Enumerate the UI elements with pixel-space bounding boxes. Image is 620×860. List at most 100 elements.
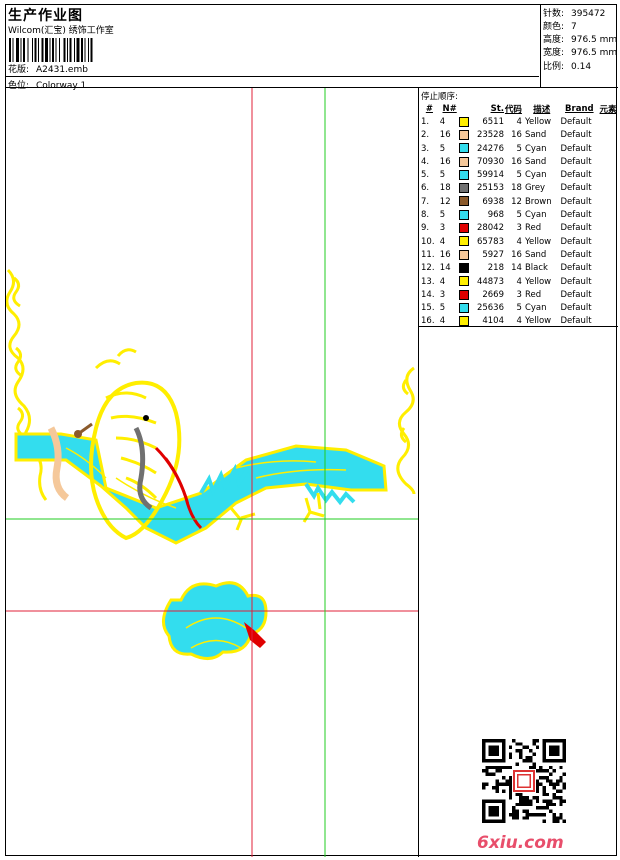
color-swatch — [459, 302, 470, 313]
color-swatch — [459, 143, 470, 154]
row-swatch — [459, 168, 473, 181]
row-description: Red — [524, 223, 542, 234]
row-element — [598, 301, 618, 314]
row-swatch — [459, 208, 473, 221]
row-code: 3 — [516, 223, 522, 234]
row-stitches: 4104 — [482, 316, 504, 327]
row-description: Sand — [524, 156, 547, 167]
row-needle: 4 — [439, 116, 446, 127]
embroidery-design-preview — [6, 88, 419, 857]
color-swatch — [459, 209, 470, 220]
row-description: Sand — [524, 249, 547, 260]
table-row: 2. 16 23528 16 Sand Default — [419, 129, 618, 142]
row-description: Cyan — [524, 143, 547, 154]
stat-value: 0.14 — [571, 62, 592, 72]
color-swatch — [459, 316, 470, 327]
left-cloud-border — [6, 268, 48, 501]
row-stitches: 23528 — [476, 130, 504, 141]
row-description: Brown — [524, 196, 552, 207]
row-element — [598, 182, 618, 195]
row-swatch — [459, 248, 473, 261]
row-number: 8. — [421, 210, 430, 221]
stat-value: 395472 — [571, 9, 606, 19]
header-info: 生产作业图 Wilcom(汇宝) 绣饰工作室 花版: A2431.emb 色位: C… — [6, 5, 541, 91]
row-swatch — [459, 129, 473, 142]
table-row: 4. 16 70930 16 Sand Default — [419, 155, 618, 168]
row-description: Yellow — [524, 236, 552, 247]
row-needle: 5 — [439, 170, 446, 181]
col-description: 描述 — [533, 104, 551, 115]
design-file-label: 花版: — [8, 65, 30, 75]
row-element — [598, 129, 618, 142]
stat-width: 宽度: 976.5 mm — [543, 45, 617, 58]
row-code: 16 — [511, 130, 522, 141]
row-swatch — [459, 235, 473, 248]
row-needle: 14 — [439, 263, 451, 274]
page-title: 生产作业图 — [8, 8, 83, 24]
row-brand: Default — [560, 303, 592, 314]
stat-label: 颜色: — [543, 22, 565, 32]
stop-sequence-rows: 1. 4 6511 4 Yellow Default 2. 16 23528 16 Sand Defa… — [419, 115, 618, 328]
table-row: 13. 4 44873 4 Yellow Default — [419, 275, 618, 288]
row-code: 16 — [511, 156, 522, 167]
table-row: 8. 5 968 5 Cyan Default — [419, 208, 618, 221]
production-worksheet: 生产作业图 Wilcom(汇宝) 绣饰工作室 花版: A2431.emb 色位: C… — [5, 4, 618, 857]
row-stitches: 65783 — [476, 236, 504, 247]
row-number: 7. — [421, 196, 430, 207]
row-element — [598, 142, 618, 155]
row-swatch — [459, 301, 473, 314]
row-brand: Default — [560, 196, 592, 207]
row-needle: 12 — [439, 196, 451, 207]
col-code: 代码 — [504, 104, 522, 115]
row-needle: 3 — [439, 289, 446, 300]
row-element — [598, 222, 618, 235]
row-needle: 5 — [439, 143, 446, 154]
row-element — [598, 168, 618, 181]
row-description: Cyan — [524, 303, 547, 314]
row-code: 5 — [516, 210, 522, 221]
row-description: Red — [524, 289, 542, 300]
row-code: 18 — [511, 183, 522, 194]
row-code: 5 — [516, 143, 522, 154]
row-stitches: 59914 — [476, 170, 504, 181]
stat-scale: 比例: 0.14 — [543, 59, 591, 72]
row-code: 4 — [516, 116, 522, 127]
row-number: 10. — [421, 236, 435, 247]
row-stitches: 44873 — [476, 276, 504, 287]
row-element — [598, 315, 618, 328]
row-description: Yellow — [524, 316, 552, 327]
row-number: 3. — [421, 143, 430, 154]
row-element — [598, 155, 618, 168]
col-stitches: St. — [490, 103, 504, 114]
row-swatch — [459, 155, 473, 168]
qr-code — [482, 739, 566, 823]
row-needle: 4 — [439, 236, 446, 247]
row-code: 4 — [516, 236, 522, 247]
page-subtitle: Wilcom(汇宝) 绣饰工作室 — [8, 26, 114, 36]
row-element — [598, 248, 618, 261]
col-element: 元素 — [599, 104, 617, 115]
row-code: 5 — [516, 303, 522, 314]
row-number: 9. — [421, 223, 430, 234]
stat-label: 宽度: — [543, 48, 565, 58]
row-needle: 16 — [439, 156, 451, 167]
stat-label: 高度: — [543, 35, 565, 45]
color-swatch — [459, 289, 470, 300]
stat-value: 976.5 mm — [571, 48, 618, 58]
row-brand: Default — [560, 183, 592, 194]
design-canvas — [6, 88, 418, 857]
color-swatch — [459, 169, 470, 180]
row-number: 4. — [421, 156, 430, 167]
row-description: Yellow — [524, 276, 552, 287]
row-number: 13. — [421, 276, 435, 287]
watermark-text: 6xiu.com — [477, 833, 564, 853]
row-element — [598, 262, 618, 275]
row-needle: 4 — [439, 316, 446, 327]
row-code: 4 — [516, 316, 522, 327]
row-element — [598, 275, 618, 288]
color-swatch — [459, 276, 470, 287]
row-number: 5. — [421, 170, 430, 181]
row-swatch — [459, 288, 473, 301]
row-brand: Default — [560, 316, 592, 327]
table-row: 5. 5 59914 5 Cyan Default — [419, 168, 618, 181]
